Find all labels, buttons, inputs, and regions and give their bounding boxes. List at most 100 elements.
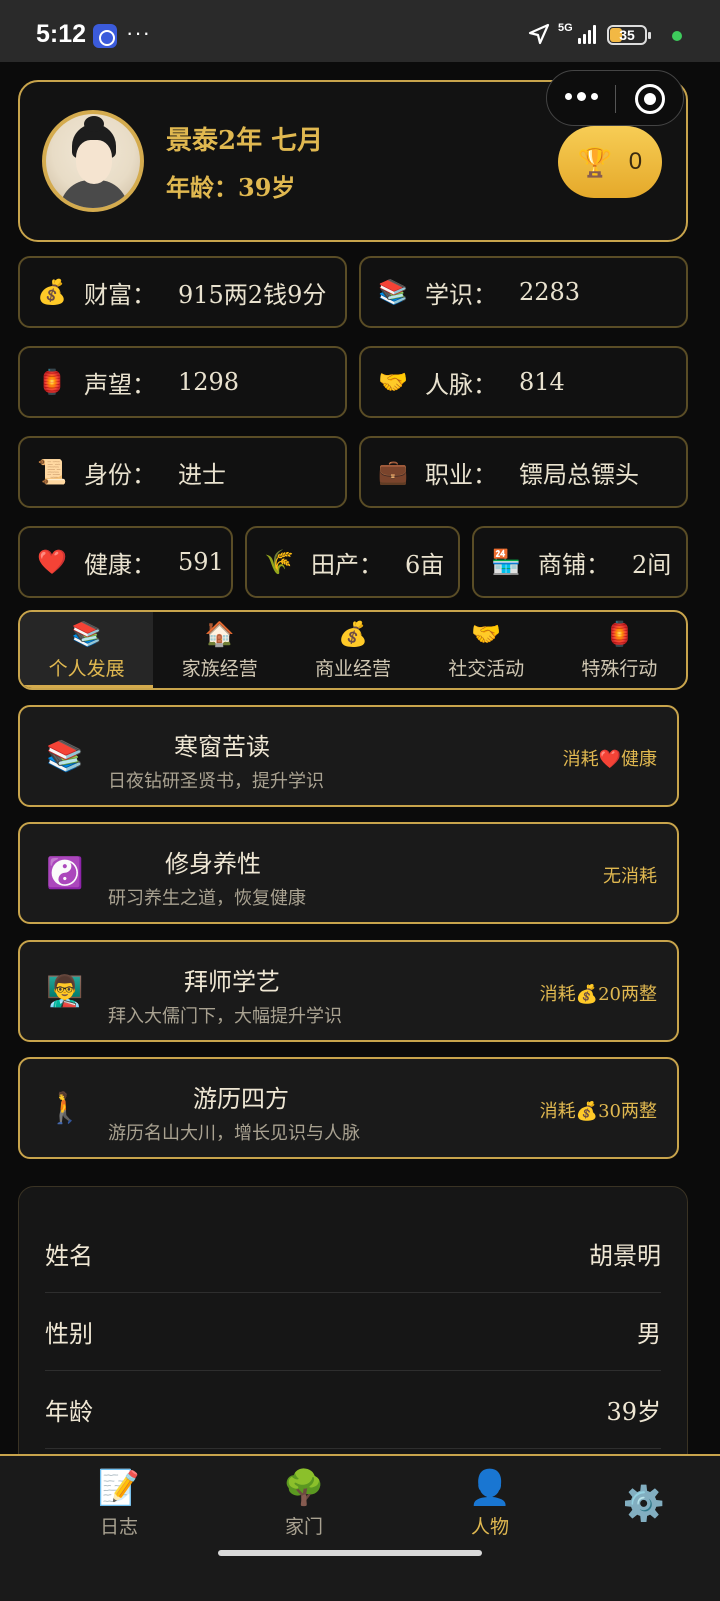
- tree-icon: 🌳: [282, 1468, 326, 1508]
- info-key: 性别: [45, 1320, 93, 1348]
- age-line: 年龄：39岁: [166, 168, 295, 203]
- signal-icon: [578, 24, 596, 44]
- character-info-panel: 姓名 胡景明 性别 男 年龄 39岁: [18, 1186, 688, 1486]
- handshake-icon: 🤝: [471, 619, 502, 648]
- action-study[interactable]: 📚 寒窗苦读 日夜钻研圣贤书，提升学识 消耗❤️健康: [18, 705, 679, 807]
- action-apprentice[interactable]: 👨‍🏫 拜师学艺 拜入大儒门下，大幅提升学识 消耗💰20两整: [18, 940, 679, 1042]
- action-description: 研习养生之道，恢复健康: [108, 888, 306, 909]
- stat-label: 学识：: [425, 280, 497, 309]
- action-title: 拜师学艺: [184, 968, 280, 996]
- avatar[interactable]: [42, 110, 144, 212]
- info-value: 39岁: [606, 1398, 661, 1426]
- action-cost: 消耗❤️健康: [562, 749, 657, 770]
- nav-label: 日志: [99, 1516, 138, 1538]
- trophy-count: 0: [628, 148, 643, 175]
- tab-special-actions[interactable]: 🏮 特殊行动: [553, 612, 686, 688]
- trophy-icon: 🏆: [577, 145, 613, 179]
- stat-label: 声望：: [84, 370, 156, 399]
- status-time: 5:12: [36, 20, 87, 48]
- person-icon: 👤: [468, 1468, 512, 1508]
- tab-business[interactable]: 💰 商业经营: [286, 612, 419, 688]
- stat-farmland: 🌾 田产： 6亩: [245, 526, 460, 598]
- tab-label: 特殊行动: [581, 657, 658, 680]
- home-indicator[interactable]: [218, 1550, 482, 1556]
- miniprogram-capsule: [546, 70, 684, 126]
- category-tabs: 📚 个人发展 🏠 家族经营 💰 商业经营 🤝 社交活动 🏮 特殊行动: [18, 610, 688, 690]
- app-notification-icon: [93, 24, 117, 48]
- stat-label: 健康：: [84, 550, 156, 579]
- info-row-gender: 性别 男: [45, 1293, 661, 1371]
- info-row-name: 姓名 胡景明: [45, 1215, 661, 1293]
- stat-label: 财富：: [84, 280, 156, 309]
- age-label: 年龄：: [166, 173, 238, 202]
- status-bar: 5:12 ··· 5G 35: [0, 0, 720, 62]
- stat-label: 身份：: [84, 460, 156, 489]
- stat-shops: 🏪 商铺： 2间: [472, 526, 688, 598]
- action-cost: 消耗💰30两整: [539, 1101, 657, 1122]
- stat-label: 田产：: [311, 550, 383, 579]
- stat-health: ❤️ 健康： 591: [18, 526, 233, 598]
- stat-value: 1298: [178, 368, 240, 396]
- money-bag-icon: 💰: [37, 278, 67, 306]
- stat-value: 镖局总镖头: [519, 460, 639, 489]
- action-title: 游历四方: [193, 1085, 289, 1113]
- battery-level: 35: [619, 27, 635, 43]
- heart-icon: ❤️: [37, 548, 67, 576]
- money-bag-icon: 💰: [338, 619, 368, 648]
- stat-value: 2间: [632, 550, 672, 579]
- achievements-button[interactable]: 🏆 0: [558, 126, 662, 198]
- nav-log[interactable]: 📝 日志: [59, 1468, 179, 1539]
- info-value: 男: [637, 1320, 661, 1348]
- info-key: 年龄: [45, 1398, 93, 1426]
- more-notifications-icon: ···: [126, 20, 151, 45]
- nav-label: 人物: [470, 1516, 509, 1538]
- nav-family[interactable]: 🌳 家门: [244, 1468, 364, 1539]
- stat-occupation: 💼 职业： 镖局总镖头: [359, 436, 688, 508]
- tab-social[interactable]: 🤝 社交活动: [420, 612, 553, 688]
- rice-icon: 🌾: [264, 548, 294, 576]
- stat-value: 6亩: [405, 550, 445, 579]
- stat-value: 2283: [519, 278, 581, 306]
- close-miniprogram-icon[interactable]: [635, 84, 665, 114]
- action-description: 拜入大儒门下，大幅提升学识: [108, 1006, 342, 1027]
- yin-yang-icon: ☯️: [46, 856, 84, 891]
- nav-settings[interactable]: ⚙️: [584, 1484, 704, 1528]
- gear-icon: ⚙️: [622, 1484, 666, 1524]
- action-cultivate[interactable]: ☯️ 修身养性 研习养生之道，恢复健康 无消耗: [18, 822, 679, 924]
- battery-icon: 35: [607, 25, 651, 45]
- stat-reputation: 🏮 声望： 1298: [18, 346, 347, 418]
- tab-family-management[interactable]: 🏠 家族经营: [153, 612, 286, 688]
- nav-character[interactable]: 👤 人物: [430, 1468, 550, 1539]
- stat-label: 职业：: [425, 460, 497, 489]
- bottom-navigation: 📝 日志 🌳 家门 👤 人物 ⚙️: [0, 1454, 720, 1601]
- action-cost: 消耗💰20两整: [539, 984, 657, 1005]
- more-options-icon[interactable]: [565, 92, 598, 101]
- action-description: 游历名山大川，增长见识与人脉: [108, 1123, 360, 1144]
- action-travel[interactable]: 🚶 游历四方 游历名山大川，增长见识与人脉 消耗💰30两整: [18, 1057, 679, 1159]
- stat-identity: 📜 身份： 进士: [18, 436, 347, 508]
- stat-value: 进士: [178, 460, 226, 489]
- network-type: 5G: [558, 22, 573, 34]
- tab-label: 社交活动: [448, 657, 525, 680]
- info-key: 姓名: [45, 1242, 93, 1270]
- books-icon: 📚: [46, 739, 84, 774]
- house-icon: 🏠: [204, 619, 235, 648]
- lantern-icon: 🏮: [37, 368, 67, 396]
- stat-wealth: 💰 财富： 915两2钱9分: [18, 256, 347, 328]
- privacy-indicator-icon: [672, 31, 682, 41]
- info-value: 胡景明: [589, 1242, 661, 1270]
- handshake-icon: 🤝: [378, 368, 408, 396]
- action-cost: 无消耗: [603, 866, 657, 887]
- books-icon: 📚: [71, 619, 102, 648]
- tab-personal-development[interactable]: 📚 个人发展: [20, 612, 154, 688]
- stat-value: 591: [178, 548, 224, 576]
- scroll-icon: 📜: [37, 458, 67, 486]
- stat-label: 人脉：: [425, 370, 497, 399]
- lantern-icon: 🏮: [604, 619, 635, 648]
- action-description: 日夜钻研圣贤书，提升学识: [108, 771, 324, 792]
- info-row-age: 年龄 39岁: [45, 1371, 661, 1449]
- stat-knowledge: 📚 学识： 2283: [359, 256, 688, 328]
- action-title: 寒窗苦读: [174, 733, 270, 761]
- stat-value: 814: [519, 368, 565, 396]
- stat-connections: 🤝 人脉： 814: [359, 346, 688, 418]
